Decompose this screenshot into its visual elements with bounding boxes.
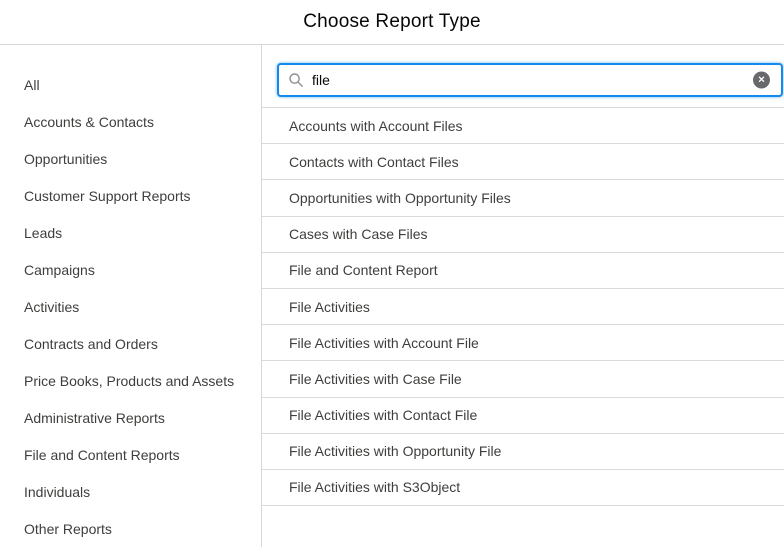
- choose-report-type-modal: Choose Report Type All Accounts & Contac…: [0, 0, 784, 547]
- report-type-row[interactable]: Opportunities with Opportunity Files: [262, 180, 784, 216]
- report-type-row[interactable]: File Activities: [262, 289, 784, 325]
- sidebar-category-item[interactable]: File and Content Reports: [0, 436, 261, 473]
- report-type-label: Cases with Case Files: [289, 226, 428, 242]
- report-type-row[interactable]: File Activities with Opportunity File: [262, 434, 784, 470]
- report-type-label: File Activities with Opportunity File: [289, 443, 501, 459]
- sidebar-category-label: File and Content Reports: [24, 447, 180, 463]
- modal-header: Choose Report Type: [0, 0, 784, 45]
- report-type-row[interactable]: Contacts with Contact Files: [262, 144, 784, 180]
- report-type-label: Accounts with Account Files: [289, 118, 463, 134]
- page-title: Choose Report Type: [303, 11, 481, 33]
- sidebar-category-label: Campaigns: [24, 262, 95, 278]
- sidebar-category-item[interactable]: Customer Support Reports: [0, 177, 261, 214]
- report-type-label: Opportunities with Opportunity Files: [289, 190, 511, 206]
- report-category-sidebar: All Accounts & Contacts Opportunities Cu…: [0, 45, 262, 547]
- modal-body: All Accounts & Contacts Opportunities Cu…: [0, 45, 784, 547]
- sidebar-category-item[interactable]: Opportunities: [0, 140, 261, 177]
- report-type-label: File Activities with Case File: [289, 371, 462, 387]
- sidebar-category-item[interactable]: Campaigns: [0, 251, 261, 288]
- sidebar-category-label: All: [24, 77, 40, 93]
- sidebar-category-item[interactable]: Contracts and Orders: [0, 325, 261, 362]
- sidebar-category-label: Leads: [24, 225, 62, 241]
- report-type-row[interactable]: File Activities with Account File: [262, 325, 784, 361]
- sidebar-category-label: Price Books, Products and Assets: [24, 373, 234, 389]
- sidebar-category-item[interactable]: Accounts & Contacts: [0, 103, 261, 140]
- report-type-row[interactable]: File Activities with Contact File: [262, 398, 784, 434]
- sidebar-category-label: Other Reports: [24, 521, 112, 537]
- sidebar-category-item[interactable]: Individuals: [0, 473, 261, 510]
- search-box: ✕: [277, 63, 783, 97]
- report-type-label: File and Content Report: [289, 262, 438, 278]
- search-icon: [289, 73, 303, 87]
- report-type-row[interactable]: Cases with Case Files: [262, 217, 784, 253]
- sidebar-category-label: Individuals: [24, 484, 90, 500]
- report-type-label: File Activities with Contact File: [289, 407, 477, 423]
- report-type-row[interactable]: File Activities with S3Object: [262, 470, 784, 506]
- report-type-row[interactable]: Accounts with Account Files: [262, 108, 784, 144]
- report-type-panel: ✕ Accounts with Account Files Contacts w…: [262, 45, 784, 547]
- report-type-label: Contacts with Contact Files: [289, 154, 459, 170]
- search-area: ✕: [262, 45, 784, 108]
- report-type-list: Accounts with Account Files Contacts wit…: [262, 108, 784, 547]
- sidebar-category-item[interactable]: Administrative Reports: [0, 399, 261, 436]
- report-type-label: File Activities with S3Object: [289, 479, 460, 495]
- sidebar-category-item[interactable]: All: [0, 66, 261, 103]
- report-type-label: File Activities: [289, 299, 370, 315]
- sidebar-category-label: Activities: [24, 299, 79, 315]
- report-type-label: File Activities with Account File: [289, 335, 479, 351]
- report-type-row[interactable]: File Activities with Case File: [262, 361, 784, 397]
- sidebar-category-item[interactable]: Price Books, Products and Assets: [0, 362, 261, 399]
- sidebar-category-label: Administrative Reports: [24, 410, 165, 426]
- search-input[interactable]: [312, 72, 745, 88]
- sidebar-category-label: Accounts & Contacts: [24, 114, 154, 130]
- clear-search-icon[interactable]: ✕: [753, 72, 770, 89]
- report-type-row[interactable]: File and Content Report: [262, 253, 784, 289]
- sidebar-category-item[interactable]: Leads: [0, 214, 261, 251]
- sidebar-category-item[interactable]: Other Reports: [0, 510, 261, 547]
- sidebar-category-label: Contracts and Orders: [24, 336, 158, 352]
- sidebar-category-item[interactable]: Activities: [0, 288, 261, 325]
- sidebar-category-label: Customer Support Reports: [24, 188, 191, 204]
- sidebar-category-label: Opportunities: [24, 151, 107, 167]
